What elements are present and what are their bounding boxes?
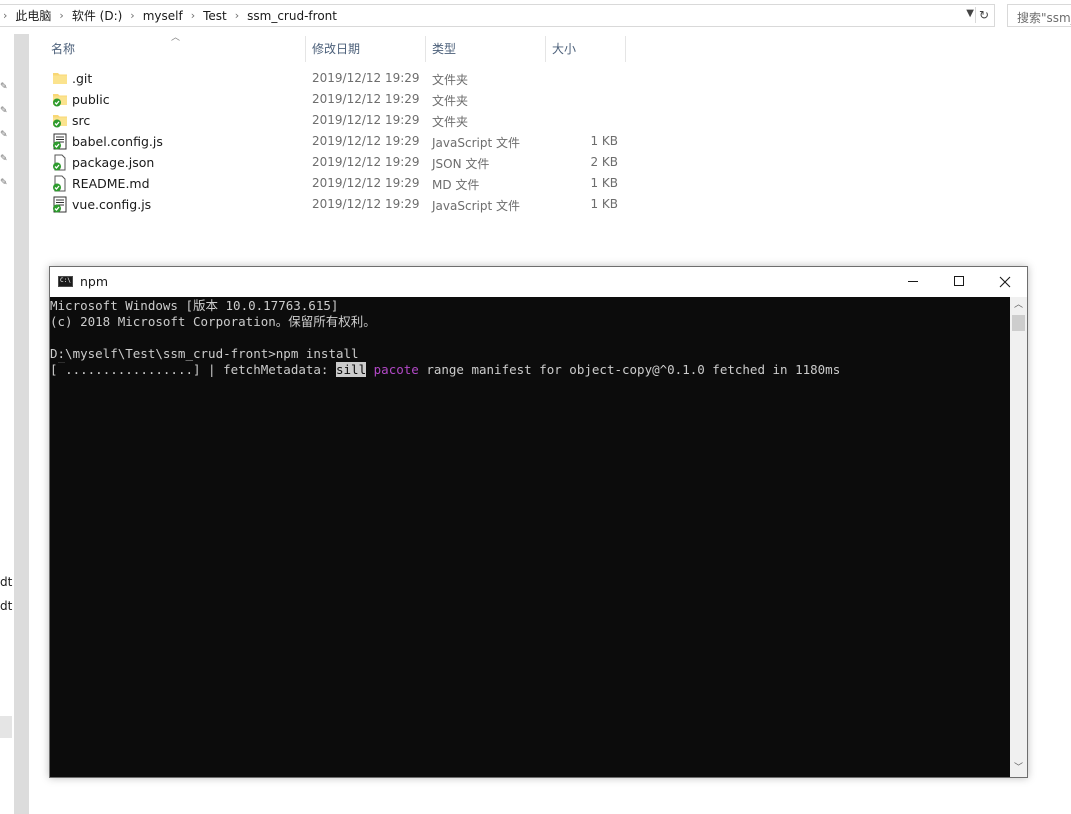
- close-button[interactable]: [982, 267, 1028, 297]
- breadcrumb-test[interactable]: Test: [203, 9, 227, 23]
- file-synced-icon: [52, 154, 68, 171]
- file-row[interactable]: .git 2019/12/12 19:29 文件夹: [48, 68, 628, 89]
- pin-icon: ✎: [0, 82, 8, 92]
- file-row[interactable]: README.md 2019/12/12 19:29 MD 文件 1 KB: [48, 173, 628, 194]
- scroll-down-icon[interactable]: ﹀: [1010, 760, 1027, 777]
- console-scrollbar[interactable]: ︿ ﹀: [1010, 297, 1027, 777]
- scrollbar-thumb[interactable]: [14, 34, 29, 814]
- log-message: range manifest for object-copy@^0.1.0 fe…: [418, 362, 841, 377]
- file-synced-icon: [52, 175, 68, 192]
- window-title: npm: [80, 274, 109, 289]
- breadcrumb-ssm-crud-front[interactable]: ssm_crud-front: [247, 9, 337, 23]
- script-file-icon: [52, 196, 68, 213]
- chevron-right-icon[interactable]: ›: [3, 9, 7, 22]
- file-row[interactable]: public 2019/12/12 19:29 文件夹: [48, 89, 628, 110]
- cmd-titlebar[interactable]: C:\ npm: [50, 267, 1027, 297]
- console-line: D:\myself\Test\ssm_crud-front>npm instal…: [50, 346, 359, 361]
- column-divider[interactable]: [625, 36, 626, 62]
- chevron-right-icon[interactable]: ›: [130, 9, 134, 22]
- file-type: JSON 文件: [432, 157, 490, 171]
- column-header-name[interactable]: 名称: [45, 34, 305, 62]
- nav-item-partial[interactable]: dt: [0, 575, 12, 589]
- file-name[interactable]: public: [72, 92, 110, 107]
- scrollbar-thumb[interactable]: [1012, 315, 1025, 331]
- console-line: (c) 2018 Microsoft Corporation。保留所有权利。: [50, 314, 376, 329]
- file-name[interactable]: src: [72, 113, 90, 128]
- pin-icon: ✎: [0, 130, 8, 140]
- maximize-icon: [954, 276, 964, 286]
- nav-item-selected[interactable]: [0, 716, 12, 738]
- close-icon: [999, 276, 1011, 288]
- column-header-date[interactable]: 修改日期: [306, 34, 424, 62]
- file-date: 2019/12/12 19:29: [312, 134, 420, 148]
- nav-item-partial[interactable]: dt: [0, 599, 12, 613]
- script-file-icon: [52, 133, 68, 150]
- folder-synced-icon: [52, 112, 68, 129]
- pin-icon: ✎: [0, 154, 8, 164]
- column-header-type[interactable]: 类型: [426, 34, 544, 62]
- console-line: Microsoft Windows [版本 10.0.17763.615]: [50, 298, 339, 313]
- file-type: MD 文件: [432, 178, 480, 192]
- file-name[interactable]: .git: [72, 71, 92, 86]
- file-row[interactable]: babel.config.js 2019/12/12 19:29 JavaScr…: [48, 131, 628, 152]
- log-level-badge: sill: [336, 362, 367, 377]
- file-type: 文件夹: [432, 94, 469, 108]
- file-name[interactable]: babel.config.js: [72, 134, 163, 149]
- console-line-progress: [█.................] | fetchMetadata: si…: [50, 362, 840, 378]
- minimize-button[interactable]: [890, 267, 936, 297]
- file-name[interactable]: package.json: [72, 155, 154, 170]
- file-row[interactable]: package.json 2019/12/12 19:29 JSON 文件 2 …: [48, 152, 628, 173]
- file-date: 2019/12/12 19:29: [312, 113, 420, 127]
- progress-cursor: █: [57, 362, 66, 377]
- desktop-screen: › 此电脑 › 软件 (D:) › myself › Test › ssm_cr…: [0, 0, 1071, 814]
- maximize-button[interactable]: [936, 267, 982, 297]
- folder-synced-icon: [52, 91, 68, 108]
- cmd-window[interactable]: C:\ npm Microsoft Windows [版本 10.0.17763…: [49, 266, 1028, 778]
- minimize-icon: [908, 281, 918, 282]
- console-output[interactable]: Microsoft Windows [版本 10.0.17763.615] (c…: [50, 297, 1010, 777]
- file-name[interactable]: README.md: [72, 176, 150, 191]
- breadcrumb-drive-d[interactable]: 软件 (D:): [72, 7, 122, 24]
- address-bar[interactable]: › 此电脑 › 软件 (D:) › myself › Test › ssm_cr…: [0, 4, 995, 27]
- refresh-icon[interactable]: ↻: [975, 7, 992, 23]
- file-type: JavaScript 文件: [432, 199, 520, 213]
- column-header-size[interactable]: 大小: [546, 34, 624, 62]
- log-tag: pacote: [373, 362, 419, 377]
- pin-icon: ✎: [0, 178, 8, 188]
- folder-icon: [52, 70, 68, 87]
- nav-pane-scrollbar[interactable]: [14, 34, 29, 814]
- file-name[interactable]: vue.config.js: [72, 197, 151, 212]
- terminal-icon: C:\: [58, 276, 73, 287]
- file-row[interactable]: src 2019/12/12 19:29 文件夹: [48, 110, 628, 131]
- file-type: JavaScript 文件: [432, 136, 520, 150]
- file-date: 2019/12/12 19:29: [312, 176, 420, 190]
- chevron-right-icon[interactable]: ›: [191, 9, 195, 22]
- progress-dots: .................] | fetchMetadata:: [65, 362, 336, 377]
- file-size: 1 KB: [590, 197, 618, 211]
- chevron-down-icon[interactable]: ▼: [966, 8, 974, 19]
- search-input[interactable]: 搜索"ssm_: [1007, 4, 1071, 27]
- breadcrumb-myself[interactable]: myself: [143, 9, 183, 23]
- chevron-right-icon[interactable]: ›: [59, 9, 63, 22]
- scroll-up-icon[interactable]: ︿: [1010, 297, 1027, 314]
- chevron-right-icon[interactable]: ›: [235, 9, 239, 22]
- file-size: 1 KB: [590, 176, 618, 190]
- file-size: 1 KB: [590, 134, 618, 148]
- breadcrumb-this-pc[interactable]: 此电脑: [15, 7, 51, 24]
- file-type: 文件夹: [432, 115, 469, 129]
- progress-bracket: [: [50, 362, 58, 377]
- file-date: 2019/12/12 19:29: [312, 92, 420, 106]
- file-size: 2 KB: [590, 155, 618, 169]
- pin-icon: ✎: [0, 106, 8, 116]
- file-type: 文件夹: [432, 73, 469, 87]
- file-date: 2019/12/12 19:29: [312, 197, 420, 211]
- file-date: 2019/12/12 19:29: [312, 155, 420, 169]
- file-date: 2019/12/12 19:29: [312, 71, 420, 85]
- file-row[interactable]: vue.config.js 2019/12/12 19:29 JavaScrip…: [48, 194, 628, 215]
